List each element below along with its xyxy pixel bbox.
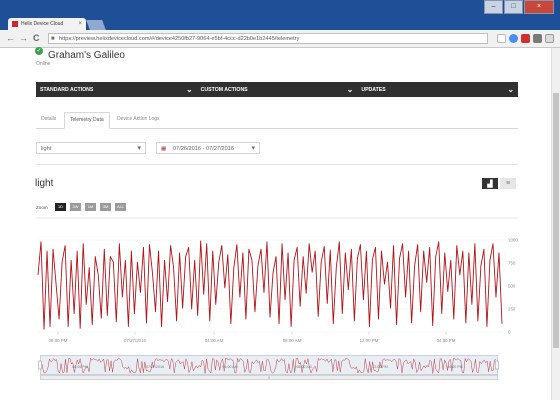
- navigator-x-tick-label: 08:00 AM: [296, 365, 311, 369]
- navigator-series-line: [41, 357, 497, 374]
- navigator-chart: 08:00 PM 07/27/2016 04:00 AM 08:00 AM 12:00 …: [38, 357, 499, 374]
- navigator-handle[interactable]: [38, 360, 42, 370]
- navigator-x-tick-label: 04:00 PM: [447, 365, 462, 369]
- navigator-x-tick-label: 12:00 PM: [372, 365, 387, 369]
- navigator-x-tick-label: 04:00 AM: [222, 365, 237, 369]
- navigator-handle[interactable]: [495, 360, 499, 370]
- navigator-x-tick-label: 07/27/2016: [146, 365, 164, 369]
- navigator-x-tick-label: 08:00 PM: [72, 365, 87, 369]
